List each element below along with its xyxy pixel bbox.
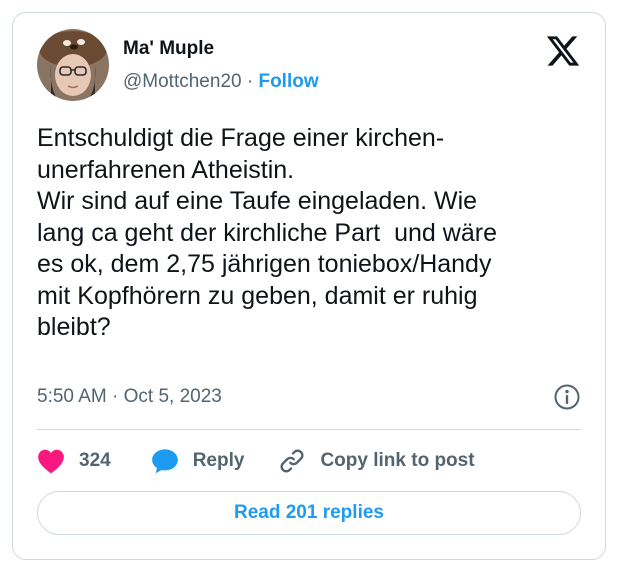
- timestamp-separator: ·: [112, 386, 119, 407]
- copy-link-label: Copy link to post: [320, 450, 475, 471]
- speech-bubble-icon: [151, 449, 178, 474]
- author-handle-row: @Mottchen20 · Follow: [123, 70, 319, 94]
- tweet-time: 5:50 AM: [37, 386, 107, 407]
- x-logo-icon[interactable]: [545, 33, 581, 69]
- author-name[interactable]: Ma' Muple: [123, 37, 214, 61]
- read-replies-button[interactable]: Read 201 replies: [37, 491, 581, 535]
- handle-separator: ·: [246, 71, 254, 92]
- tweet-card: Ma' Muple @Mottchen20 · Follow Entschuld…: [12, 12, 606, 560]
- author-handle[interactable]: @Mottchen20: [123, 71, 242, 92]
- like-count: 324: [79, 450, 111, 471]
- tweet-date: Oct 5, 2023: [123, 386, 222, 407]
- follow-button[interactable]: Follow: [258, 71, 318, 92]
- action-bar: 324 Reply Copy link to post: [37, 445, 475, 477]
- copy-link-button[interactable]: Copy link to post: [278, 447, 475, 475]
- info-icon[interactable]: [553, 383, 581, 411]
- divider: [37, 429, 581, 430]
- heart-icon: [38, 449, 64, 474]
- tweet-timestamp[interactable]: 5:50 AM · Oct 5, 2023: [37, 385, 222, 409]
- reply-button[interactable]: Reply: [151, 448, 245, 474]
- reply-label: Reply: [192, 450, 245, 471]
- like-button[interactable]: 324: [37, 448, 111, 474]
- tweet-text: Entschuldigt die Frage einer kirchen- un…: [37, 124, 497, 341]
- avatar[interactable]: [37, 29, 109, 101]
- link-icon: [280, 449, 304, 473]
